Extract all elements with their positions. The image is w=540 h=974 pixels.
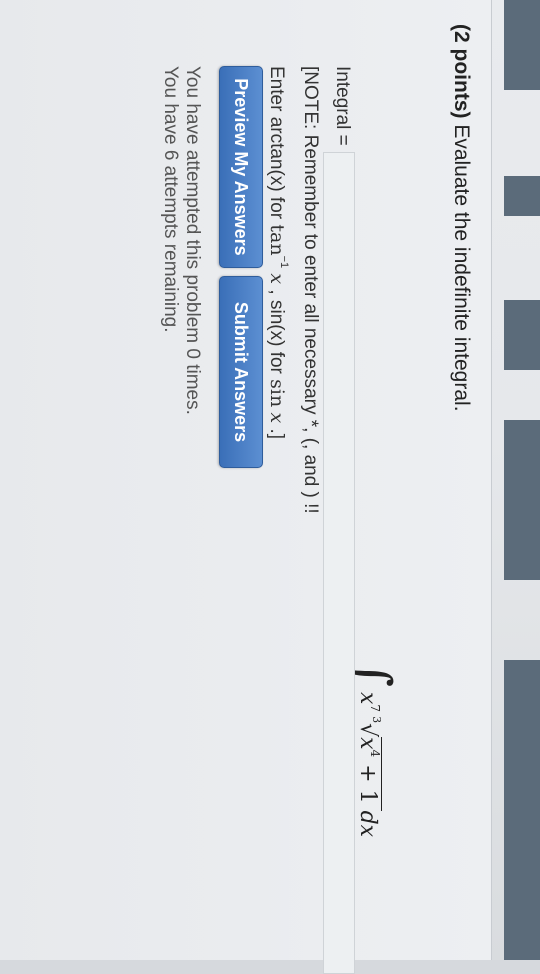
note-line-2: Enter arctan(x) for tan−1 x , sin(x) for… <box>263 66 297 514</box>
note-line-1: [NOTE: Remember to enter all necessary *… <box>300 66 321 514</box>
note-line-2-mid: , sin(x) for <box>266 284 287 380</box>
radicand: x4 + 1 <box>355 737 382 811</box>
submit-answers-button[interactable]: Submit Answers <box>219 276 263 468</box>
nav-tab[interactable] <box>504 660 540 960</box>
tan-function: tan <box>266 224 288 256</box>
note-line-2-prefix: Enter arctan(x) for <box>266 66 287 225</box>
nav-tab[interactable] <box>504 176 540 216</box>
problem-title: (2 points) Evaluate the indefinite integ… <box>449 24 473 412</box>
nav-tab[interactable] <box>504 0 540 90</box>
integrand-base-exponent: 7 <box>368 704 382 713</box>
screen-rotated: (2 points) Evaluate the indefinite integ… <box>0 0 540 974</box>
sin-variable: x <box>266 412 288 424</box>
answer-label: Integral = <box>332 66 353 146</box>
radicand-var: x <box>355 737 380 750</box>
radicand-exponent: 4 <box>368 749 382 758</box>
preview-answers-button[interactable]: Preview My Answers <box>219 66 263 268</box>
tan-superscript: −1 <box>278 255 290 269</box>
tan-variable: x <box>266 273 288 285</box>
note-line-2-end: .] <box>266 423 287 440</box>
radical-icon: √ <box>355 723 380 738</box>
sin-function: sin <box>266 379 288 408</box>
integral-answer-input[interactable] <box>323 152 355 974</box>
radicand-rest: + 1 <box>355 757 380 811</box>
root-index: 3 <box>370 716 383 724</box>
note-text: [NOTE: Remember to enter all necessary *… <box>263 66 323 514</box>
problem-prompt: Evaluate the indefinite integral. <box>450 118 473 412</box>
integrand-base: x <box>355 692 380 705</box>
integrand: x73√x4 + 1 dx <box>355 692 383 837</box>
problem-points: (2 points) <box>450 24 473 119</box>
problem-panel: (2 points) Evaluate the indefinite integ… <box>0 0 492 974</box>
nav-tab[interactable] <box>504 300 540 370</box>
top-navigation-bar <box>504 0 540 960</box>
nav-tab[interactable] <box>504 420 540 580</box>
attempts-made-text: You have attempted this problem 0 times. <box>182 66 203 415</box>
attempts-info: You have attempted this problem 0 times.… <box>159 66 203 415</box>
attempts-remaining-text: You have 6 attempts remaining. <box>160 66 181 333</box>
differential: dx <box>355 810 380 838</box>
